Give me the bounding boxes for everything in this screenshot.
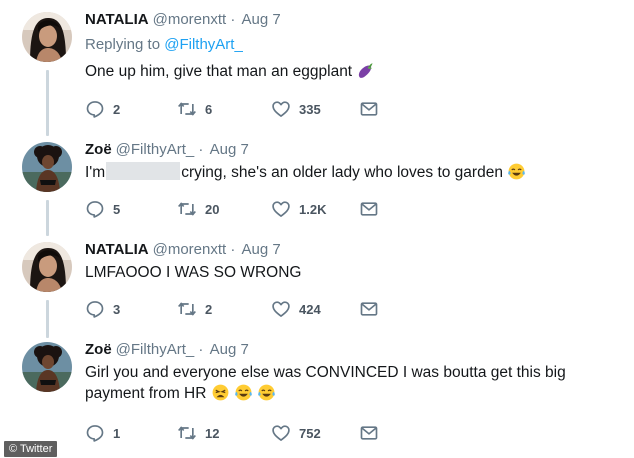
like-count: 424 bbox=[299, 301, 321, 317]
reply-button[interactable]: 5 bbox=[85, 198, 120, 220]
like-count: 752 bbox=[299, 425, 321, 441]
tweet-text-content: LMFAOOO I WAS SO WRONG bbox=[85, 264, 302, 281]
retweet-count: 20 bbox=[205, 201, 220, 217]
tweet-date[interactable]: Aug 7 bbox=[242, 11, 281, 28]
retweet-icon bbox=[177, 299, 197, 319]
display-name[interactable]: Zoë bbox=[85, 341, 112, 358]
replying-to: Replying to @FilthyArt_ bbox=[85, 35, 626, 55]
weary-face-emoji bbox=[211, 383, 230, 402]
tweet-text-part: I'm bbox=[85, 164, 106, 181]
direct-message-button[interactable] bbox=[359, 422, 379, 444]
tweet-text: One up him, give that man an eggplant bbox=[85, 61, 626, 82]
display-name[interactable]: NATALIA bbox=[85, 241, 149, 258]
reply-button[interactable]: 3 bbox=[85, 298, 120, 320]
redacted-text-block bbox=[106, 162, 181, 180]
mail-icon bbox=[359, 299, 379, 319]
thread-line bbox=[46, 70, 49, 136]
avatar[interactable] bbox=[22, 342, 72, 392]
retweet-count: 12 bbox=[205, 425, 220, 441]
mail-icon bbox=[359, 423, 379, 443]
tears-of-joy-emoji bbox=[234, 383, 253, 402]
separator-dot: · bbox=[230, 11, 236, 28]
like-button[interactable]: 424 bbox=[271, 298, 321, 320]
avatar[interactable] bbox=[22, 242, 72, 292]
mail-icon bbox=[359, 199, 379, 219]
like-count: 1.2K bbox=[299, 201, 327, 217]
like-button[interactable]: 752 bbox=[271, 422, 321, 444]
user-handle[interactable]: @FilthyArt_ bbox=[116, 141, 195, 158]
separator-dot: · bbox=[198, 341, 204, 358]
tweet-text: LMFAOOO I WAS SO WRONG bbox=[85, 262, 626, 283]
retweet-count: 2 bbox=[205, 301, 213, 317]
avatar[interactable] bbox=[22, 12, 72, 62]
reply-count: 2 bbox=[113, 101, 121, 117]
reply-count: 3 bbox=[113, 301, 121, 317]
tweet-text-part: crying, she's an older lady who loves to… bbox=[181, 164, 503, 181]
user-handle[interactable]: @FilthyArt_ bbox=[116, 341, 195, 358]
reply-count: 1 bbox=[113, 425, 121, 441]
thread-line bbox=[46, 200, 49, 236]
display-name[interactable]: NATALIA bbox=[85, 11, 149, 28]
avatar[interactable] bbox=[22, 142, 72, 192]
user-handle[interactable]: @morenxtt bbox=[153, 11, 227, 28]
like-icon bbox=[271, 299, 291, 319]
separator-dot: · bbox=[198, 141, 204, 158]
like-count: 335 bbox=[299, 101, 321, 117]
tweet-text-content: One up him, give that man an eggplant bbox=[85, 63, 353, 80]
retweet-count: 6 bbox=[205, 101, 213, 117]
direct-message-button[interactable] bbox=[359, 98, 379, 120]
like-button[interactable]: 335 bbox=[271, 98, 321, 120]
retweet-button[interactable]: 20 bbox=[177, 198, 219, 220]
user-handle[interactable]: @morenxtt bbox=[153, 241, 227, 258]
reply-button[interactable]: 2 bbox=[85, 98, 120, 120]
tweet-text: I'm crying, she's an older lady who loves… bbox=[85, 162, 626, 183]
retweet-icon bbox=[177, 99, 197, 119]
separator-dot: · bbox=[230, 241, 236, 258]
retweet-icon bbox=[177, 423, 197, 443]
retweet-button[interactable]: 12 bbox=[177, 422, 219, 444]
replying-to-handle[interactable]: @FilthyArt_ bbox=[164, 36, 243, 53]
tears-of-joy-emoji bbox=[257, 383, 276, 402]
reply-icon bbox=[85, 299, 105, 319]
eggplant-emoji bbox=[356, 61, 375, 80]
direct-message-button[interactable] bbox=[359, 198, 379, 220]
reply-button[interactable]: 1 bbox=[85, 422, 120, 444]
reply-icon bbox=[85, 199, 105, 219]
direct-message-button[interactable] bbox=[359, 298, 379, 320]
tears-of-joy-emoji bbox=[507, 162, 526, 181]
display-name[interactable]: Zoë bbox=[85, 141, 112, 158]
tweet-date[interactable]: Aug 7 bbox=[242, 241, 281, 258]
thread-line bbox=[46, 300, 49, 338]
retweet-button[interactable]: 2 bbox=[177, 298, 212, 320]
reply-count: 5 bbox=[113, 201, 121, 217]
tweet-date[interactable]: Aug 7 bbox=[210, 141, 249, 158]
mail-icon bbox=[359, 99, 379, 119]
like-icon bbox=[271, 199, 291, 219]
reply-icon bbox=[85, 99, 105, 119]
tweet-date[interactable]: Aug 7 bbox=[210, 341, 249, 358]
like-button[interactable]: 1.2K bbox=[271, 198, 326, 220]
tweet-text: Girl you and everyone else was CONVINCED… bbox=[85, 362, 626, 404]
retweet-icon bbox=[177, 199, 197, 219]
like-icon bbox=[271, 99, 291, 119]
tweet-text-line: payment from HR bbox=[85, 385, 207, 402]
tweet-text-line: Girl you and everyone else was CONVINCED… bbox=[85, 364, 566, 381]
tweet-text-line-with-emoji: payment from HR bbox=[85, 383, 626, 404]
reply-icon bbox=[85, 423, 105, 443]
like-icon bbox=[271, 423, 291, 443]
retweet-button[interactable]: 6 bbox=[177, 98, 212, 120]
source-watermark: © Twitter bbox=[4, 441, 58, 457]
replying-to-label: Replying to bbox=[85, 36, 161, 53]
